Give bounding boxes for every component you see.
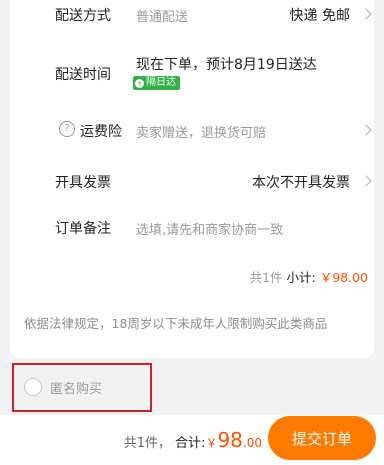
subtotal-label: 小计: (286, 270, 316, 285)
question-icon[interactable]: ? (59, 121, 75, 137)
invoice-label: 开具发票 (55, 175, 111, 191)
bolt-icon: ⚡ (135, 78, 144, 88)
total-count: 共1件， (123, 436, 172, 451)
submit-order-button[interactable]: 提交订单 (268, 416, 376, 460)
currency-symbol: ￥ (205, 436, 218, 450)
order-remark-label: 订单备注 (55, 221, 111, 237)
total-summary: 共1件， 合计: ￥ 98 .00 (124, 428, 262, 452)
delivery-time-label: 配送时间 (55, 67, 111, 83)
total-label: 合计: (175, 436, 206, 451)
subtotal-line: 共1件 小计: ￥98.00 (250, 267, 368, 286)
legal-notice: 依据法律规定，18周岁以下未成年人限制购买此类商品 (24, 316, 328, 331)
delivery-method-value: 普通配送 (136, 10, 189, 25)
subtotal-count: 共1件 (249, 270, 283, 285)
invoice-value: 本次不开具发票 (252, 175, 350, 191)
delivery-option-value: 快递 免邮 (289, 8, 350, 24)
shipping-insurance-label: 运费险 (80, 124, 122, 140)
shipping-insurance-value: 卖家赠送，退换货可赔 (136, 126, 267, 141)
total-amount-decimal: .00 (242, 436, 262, 450)
delivery-method-label: 配送方式 (55, 8, 111, 24)
delivery-time-value: 现在下单，预计8月19日送达 (136, 57, 317, 73)
next-day-badge: ⚡ 隔日达 (133, 76, 180, 90)
subtotal-amount: ￥98.00 (319, 270, 368, 285)
order-remark-input[interactable]: 选填,请先和商家协商一致 (136, 219, 283, 238)
next-day-badge-text: 隔日达 (146, 77, 176, 88)
anonymous-label[interactable]: 匿名购买 (50, 378, 102, 397)
anonymous-radio[interactable] (24, 378, 42, 396)
total-amount-integer: 98 (217, 428, 243, 452)
